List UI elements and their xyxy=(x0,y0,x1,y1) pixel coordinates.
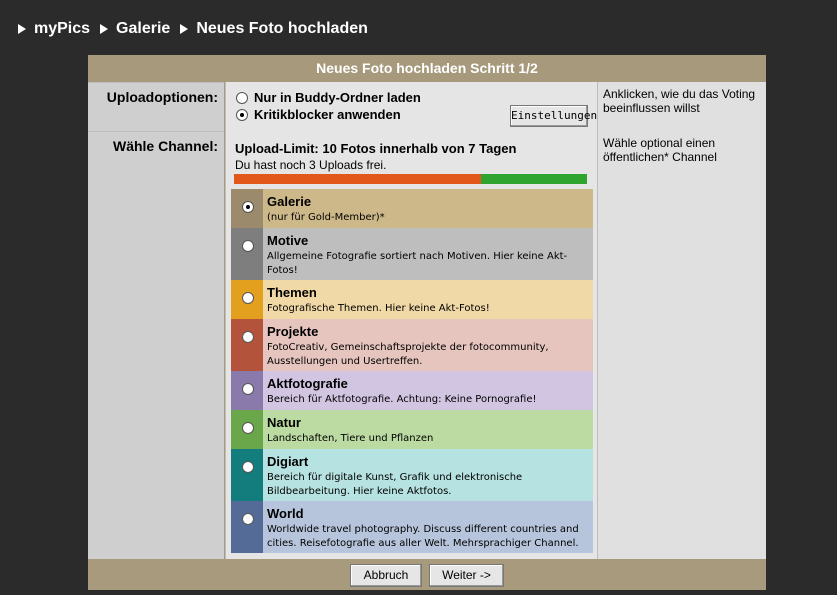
channel-description: FotoCreativ, Gemeinschaftsprojekte der f… xyxy=(267,342,549,367)
radio-critique-blocker[interactable] xyxy=(236,108,248,121)
settings-button[interactable]: Einstellungen xyxy=(510,105,597,127)
channel-radio-galerie[interactable] xyxy=(242,201,254,213)
channel-description: Worldwide travel photography. Discuss di… xyxy=(267,524,579,549)
channel-radio-projekte[interactable] xyxy=(242,331,254,343)
channel-color-strip xyxy=(231,501,263,553)
upload-limit-text: Upload-Limit: 10 Fotos innerhalb von 7 T… xyxy=(235,141,517,156)
arrow-right-icon xyxy=(18,24,26,34)
channel-description: Bereich für Aktfotografie. Achtung: Kein… xyxy=(267,394,537,405)
breadcrumb-galerie[interactable]: Galerie xyxy=(116,20,170,38)
cancel-button[interactable]: Abbruch xyxy=(350,564,422,587)
channel-description: Bereich für digitale Kunst, Grafik und e… xyxy=(267,472,523,497)
channel-radio-motive[interactable] xyxy=(242,240,254,252)
channel-color-strip xyxy=(231,319,263,371)
channel-radio-aktfotografie[interactable] xyxy=(242,383,254,395)
channel-title: Themen xyxy=(267,285,317,300)
channel-radio-digiart[interactable] xyxy=(242,461,254,473)
option-critique-blocker-label: Kritikblocker anwenden xyxy=(254,107,401,122)
next-button[interactable]: Weiter -> xyxy=(429,564,504,587)
footer-bar: Abbruch Weiter -> xyxy=(88,559,766,590)
upload-options-cell: Nur in Buddy-Ordner laden Kritikblocker … xyxy=(225,82,597,131)
breadcrumb-mypics[interactable]: myPics xyxy=(34,20,90,38)
channel-radio-world[interactable] xyxy=(242,513,254,525)
channel-row: Wähle Channel: Upload-Limit: 10 Fotos in… xyxy=(88,131,766,559)
channel-title: Galerie xyxy=(267,194,312,209)
option-critique-blocker[interactable]: Kritikblocker anwenden xyxy=(236,107,401,122)
breadcrumb: myPics Galerie Neues Foto hochladen xyxy=(18,20,378,38)
channel-title: Aktfotografie xyxy=(267,376,348,391)
breadcrumb-current: Neues Foto hochladen xyxy=(196,20,368,37)
channel-title: Digiart xyxy=(267,454,309,469)
channel-natur[interactable]: Natur Landschaften, Tiere und Pflanzen xyxy=(231,410,593,449)
arrow-right-icon xyxy=(180,24,189,34)
channel-themen[interactable]: Themen Fotografische Themen. Hier keine A… xyxy=(231,280,593,319)
channel-radio-natur[interactable] xyxy=(242,422,254,434)
channel-color-strip xyxy=(231,228,263,280)
channel-description: Fotografische Themen. Hier keine Akt-Fot… xyxy=(267,303,490,314)
channel-title: World xyxy=(267,506,304,521)
upload-panel: Neues Foto hochladen Schritt 1/2 Uploado… xyxy=(88,55,766,590)
radio-buddy-folder[interactable] xyxy=(236,91,248,104)
channel-world[interactable]: World Worldwide travel photography. Discu… xyxy=(231,501,593,553)
option-buddy-folder[interactable]: Nur in Buddy-Ordner laden xyxy=(236,90,421,105)
channel-description: Allgemeine Fotografie sortiert nach Moti… xyxy=(267,251,568,276)
channel-title: Motive xyxy=(267,233,309,248)
channel-galerie[interactable]: Galerie (nur für Gold-Member)* xyxy=(231,189,593,228)
channel-title: Projekte xyxy=(267,324,319,339)
upload-options-row: Uploadoptionen: Nur in Buddy-Ordner lade… xyxy=(88,82,766,131)
channel-radio-themen[interactable] xyxy=(242,292,254,304)
voting-hint: Anklicken, wie du das Voting beeinflusse… xyxy=(597,82,766,131)
arrow-right-icon xyxy=(100,24,109,34)
channel-title: Natur xyxy=(267,415,301,430)
channel-motive[interactable]: Motive Allgemeine Fotografie sortiert nac… xyxy=(231,228,593,280)
channel-aktfotografie[interactable]: Aktfotografie Bereich für Aktfotografie. … xyxy=(231,371,593,410)
channel-cell: Upload-Limit: 10 Fotos innerhalb von 7 T… xyxy=(225,131,597,559)
uploads-remaining-text: Du hast noch 3 Uploads frei. xyxy=(235,158,387,172)
upload-limit-bar xyxy=(234,174,587,184)
channel-description: (nur für Gold-Member)* xyxy=(267,212,385,223)
channel-projekte[interactable]: Projekte FotoCreativ, Gemeinschaftsprojek… xyxy=(231,319,593,371)
channel-description: Landschaften, Tiere und Pflanzen xyxy=(267,433,434,444)
channel-digiart[interactable]: Digiart Bereich für digitale Kunst, Grafi… xyxy=(231,449,593,501)
channel-color-strip xyxy=(231,449,263,501)
upload-limit-bar-fill xyxy=(234,174,482,184)
panel-title: Neues Foto hochladen Schritt 1/2 xyxy=(88,55,766,82)
option-buddy-folder-label: Nur in Buddy-Ordner laden xyxy=(254,90,421,105)
channel-hint: Wähle optional einen öffentlichen* Chann… xyxy=(597,131,766,559)
upload-options-label: Uploadoptionen: xyxy=(88,82,224,131)
channel-label: Wähle Channel: xyxy=(88,131,224,559)
